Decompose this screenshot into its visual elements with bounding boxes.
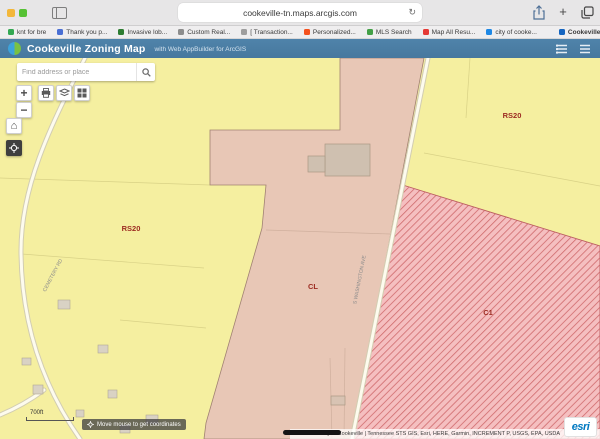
bookmark-favicon xyxy=(423,29,429,35)
bookmark-favicon xyxy=(367,29,373,35)
bookmark-item[interactable]: Thank you p... xyxy=(57,29,107,36)
app-subtitle: with Web AppBuilder for ArcGIS xyxy=(155,46,247,53)
bookmark-item[interactable]: MLS Search xyxy=(367,29,412,36)
bookmark-label: Custom Real... xyxy=(187,29,230,36)
app-header: Cookeville Zoning Map with Web AppBuilde… xyxy=(0,39,600,58)
coordinates-button[interactable]: Move mouse to get coordinates xyxy=(82,419,186,430)
arcgis-app-logo xyxy=(8,42,21,55)
zoom-out-button[interactable]: − xyxy=(16,102,32,118)
address-bar[interactable]: cookeville-tn.maps.arcgis.com ↻ xyxy=(178,3,422,22)
search-input[interactable] xyxy=(17,63,136,81)
bookmark-item[interactable]: Map All Resu... xyxy=(423,29,476,36)
layers-icon xyxy=(59,88,70,98)
esri-logo[interactable]: esri xyxy=(564,417,597,437)
bookmark-favicon xyxy=(304,29,310,35)
layers-button[interactable] xyxy=(56,85,72,101)
bookmark-favicon xyxy=(241,29,247,35)
browser-window: cookeville-tn.maps.arcgis.com ↻ + knt fo… xyxy=(0,0,600,439)
bookmark-label: Invasive lob... xyxy=(127,29,167,36)
bookmark-label: Map All Resu... xyxy=(432,29,476,36)
coordinates-crosshair-icon xyxy=(87,421,94,428)
search-button[interactable] xyxy=(136,63,155,81)
bookmark-label: Cookeville Z... xyxy=(568,29,600,36)
menu-icon[interactable] xyxy=(579,43,591,55)
basemap-grid-icon xyxy=(77,88,87,98)
scale-bar: 700ft xyxy=(26,410,74,421)
bookmark-favicon xyxy=(57,29,63,35)
bookmark-item[interactable]: knt for bre xyxy=(8,29,46,36)
bookmark-label: Personalized... xyxy=(313,29,356,36)
bookmark-item[interactable]: city of cooke... xyxy=(486,29,537,36)
bookmark-item[interactable]: Personalized... xyxy=(304,29,356,36)
search-icon xyxy=(142,68,151,77)
locate-crosshair-icon xyxy=(9,143,19,153)
reload-icon[interactable]: ↻ xyxy=(408,6,416,19)
print-button[interactable] xyxy=(38,85,54,101)
default-extent-button[interactable]: ⌂ xyxy=(6,118,22,134)
zoom-in-button[interactable]: + xyxy=(16,85,32,101)
url-text: cookeville-tn.maps.arcgis.com xyxy=(243,8,357,18)
bookmark-favicon xyxy=(559,29,565,35)
share-icon[interactable] xyxy=(532,4,546,20)
zone-label-c1: C1 xyxy=(483,308,493,317)
basemap-gallery-button[interactable] xyxy=(74,85,90,101)
search-widget xyxy=(17,63,155,81)
bookmark-favicon xyxy=(178,29,184,35)
bookmark-label: Thank you p... xyxy=(66,29,107,36)
scale-label: 700ft xyxy=(30,410,74,416)
bookmark-label: MLS Search xyxy=(376,29,412,36)
bookmark-item-active[interactable]: Cookeville Z... xyxy=(559,29,600,36)
home-indicator xyxy=(283,430,341,435)
tab-overview-icon[interactable] xyxy=(580,4,594,20)
browser-toolbar: cookeville-tn.maps.arcgis.com ↻ + xyxy=(0,0,600,26)
zoom-out-label: − xyxy=(20,105,27,115)
bookmark-label: knt for bre xyxy=(17,29,46,36)
bookmark-favicon xyxy=(8,29,14,35)
layer-list-icon[interactable] xyxy=(556,43,568,55)
bookmark-favicon xyxy=(118,29,124,35)
bookmark-label: city of cooke... xyxy=(495,29,537,36)
my-location-button[interactable] xyxy=(6,140,22,156)
sidebar-toggle-icon[interactable] xyxy=(52,7,67,19)
window-minimize-button[interactable] xyxy=(7,9,15,17)
home-icon: ⌂ xyxy=(11,121,18,132)
scale-line xyxy=(26,417,74,421)
bookmarks-bar: knt for bre Thank you p... Invasive lob.… xyxy=(0,26,600,39)
map-canvas[interactable]: CEMETERY RD S WASHINGTON AVE RS20 RS20 C… xyxy=(0,58,600,439)
bookmark-item[interactable]: Custom Real... xyxy=(178,29,230,36)
window-zoom-button[interactable] xyxy=(19,9,27,17)
zone-label-rs20-left: RS20 xyxy=(122,224,141,233)
map-container: CEMETERY RD S WASHINGTON AVE RS20 RS20 C… xyxy=(0,58,600,439)
printer-icon xyxy=(41,88,51,98)
bookmark-item[interactable]: Invasive lob... xyxy=(118,29,167,36)
bookmark-item[interactable]: [ Transaction... xyxy=(241,29,293,36)
app-title: Cookeville Zoning Map xyxy=(27,43,146,55)
zone-label-rs20-right: RS20 xyxy=(503,111,522,120)
esri-logo-text: esri xyxy=(572,421,590,433)
bookmark-label: [ Transaction... xyxy=(250,29,293,36)
zoom-in-label: + xyxy=(20,88,27,98)
attribution-text: City of Cookeville | Tennessee STS GIS, … xyxy=(321,431,560,437)
new-tab-icon[interactable]: + xyxy=(556,4,570,20)
zone-label-cl: CL xyxy=(308,282,318,291)
bookmark-favicon xyxy=(486,29,492,35)
coordinates-button-label: Move mouse to get coordinates xyxy=(97,422,181,428)
